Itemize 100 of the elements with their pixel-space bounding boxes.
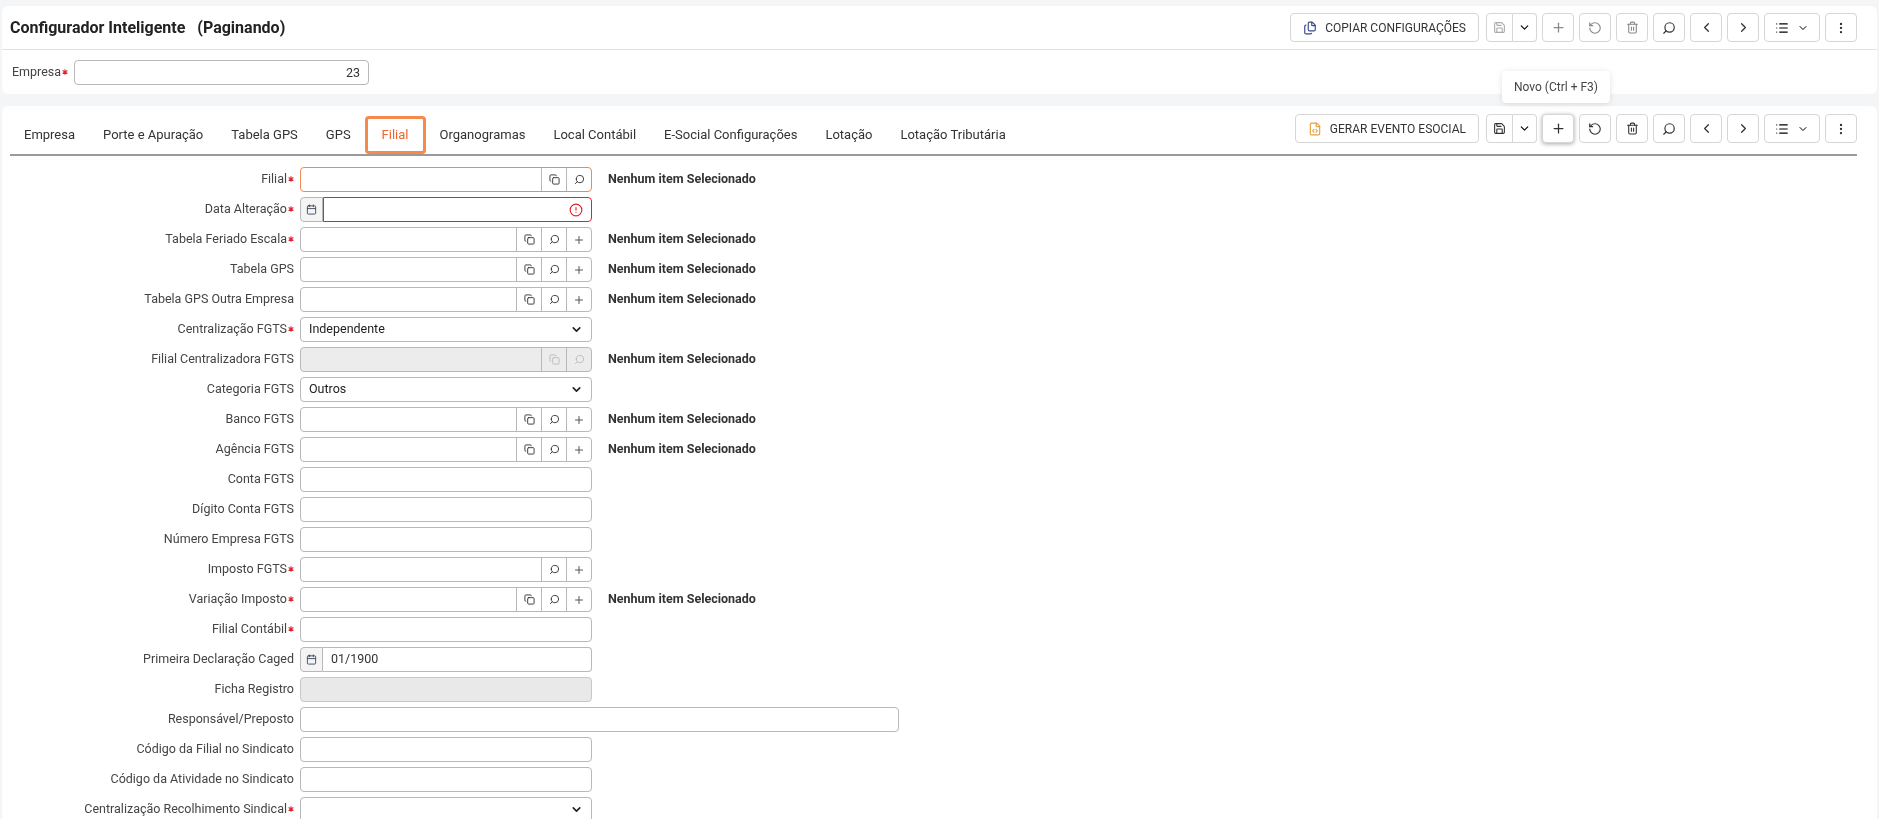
field-label: Variação Imposto — [188, 590, 287, 609]
field-label: Código da Atividade no Sindicato — [110, 770, 294, 789]
plus-icon — [1550, 121, 1566, 136]
lookup-field[interactable] — [300, 407, 592, 432]
tab[interactable]: Organogramas — [425, 116, 540, 154]
save-icon — [1493, 21, 1506, 34]
plus-icon — [573, 413, 585, 426]
copy-icon — [523, 264, 535, 275]
field-label: Ficha Registro — [214, 680, 294, 699]
previous-button[interactable] — [1690, 13, 1722, 42]
plus-icon — [573, 233, 585, 246]
required-icon — [288, 236, 294, 243]
next-button[interactable] — [1727, 13, 1759, 42]
field-label: Número Empresa FGTS — [163, 530, 294, 549]
search-icon — [548, 444, 560, 455]
delete-button[interactable] — [1616, 114, 1648, 143]
date-field[interactable]: 01/1900 — [323, 647, 592, 672]
text-field[interactable] — [300, 497, 592, 522]
copy-icon — [1303, 20, 1318, 35]
search-icon — [573, 354, 585, 365]
selection-status: Nenhum item Selecionado — [607, 170, 757, 189]
file-icon — [1307, 121, 1322, 136]
next-button[interactable] — [1727, 114, 1759, 143]
tab[interactable]: Porte e Apuração — [89, 116, 218, 154]
list-button[interactable] — [1764, 13, 1820, 42]
tab[interactable]: Local Contábil — [539, 116, 651, 154]
field-label: Categoria FGTS — [206, 380, 294, 399]
field-label: Filial — [261, 170, 287, 189]
search-icon — [548, 234, 560, 245]
previous-button[interactable] — [1690, 114, 1722, 143]
text-field[interactable] — [300, 767, 592, 792]
date-field[interactable] — [323, 197, 592, 222]
required-icon — [288, 206, 294, 213]
calendar-button[interactable] — [300, 647, 323, 672]
field-label: Centralização FGTS — [177, 320, 287, 339]
undo-button[interactable] — [1579, 13, 1611, 42]
lookup-field[interactable] — [300, 167, 592, 192]
lookup-field[interactable] — [300, 437, 592, 462]
plus-icon — [1550, 20, 1566, 35]
field-label: Tabela GPS — [230, 260, 294, 279]
calendar-button[interactable] — [300, 197, 323, 222]
page-title: Configurador Inteligente — [10, 16, 186, 39]
copy-icon — [523, 594, 535, 605]
tab[interactable]: Tabela GPS — [217, 116, 312, 154]
selection-status: Nenhum item Selecionado — [607, 230, 757, 249]
field-label: Banco FGTS — [225, 410, 294, 429]
selection-status: Nenhum item Selecionado — [607, 260, 757, 279]
tab[interactable]: Lotação — [811, 116, 887, 154]
required-icon — [288, 566, 294, 573]
more-button[interactable] — [1825, 13, 1857, 42]
copy-icon — [523, 234, 535, 245]
new-button[interactable] — [1542, 13, 1574, 42]
required-icon — [288, 176, 294, 183]
action-button[interactable]: GERAR EVENTO ESOCIAL — [1294, 114, 1479, 143]
selection-status: Nenhum item Selecionado — [607, 290, 757, 309]
text-field[interactable] — [300, 707, 899, 732]
trash-icon — [1625, 122, 1639, 135]
text-field[interactable] — [300, 527, 592, 552]
search-icon — [548, 294, 560, 305]
select-field[interactable]: Outros — [300, 377, 592, 402]
select-field[interactable] — [300, 797, 592, 819]
lookup-field[interactable] — [300, 227, 592, 252]
list-icon — [1775, 20, 1789, 35]
search-button[interactable] — [1653, 114, 1685, 143]
lookup-field[interactable] — [300, 257, 592, 282]
save-button[interactable] — [1486, 114, 1513, 143]
select-field[interactable]: Independente — [300, 317, 592, 342]
new-button[interactable] — [1542, 114, 1574, 143]
more-button[interactable] — [1825, 114, 1857, 143]
action-button[interactable]: COPIAR CONFIGURAÇÕES — [1290, 13, 1479, 42]
selection-status: Nenhum item Selecionado — [607, 410, 757, 429]
undo-button[interactable] — [1579, 114, 1611, 143]
list-button[interactable] — [1764, 114, 1820, 143]
tab[interactable]: Lotação Tributária — [886, 116, 1020, 154]
tab[interactable]: E-Social Configurações — [650, 116, 812, 154]
search-icon — [548, 264, 560, 275]
lookup-field[interactable] — [300, 587, 592, 612]
search-icon — [548, 564, 560, 575]
field-label: Filial Centralizadora FGTS — [151, 350, 294, 369]
selection-status: Nenhum item Selecionado — [607, 440, 757, 459]
required-icon — [288, 596, 294, 603]
copy-icon — [548, 354, 560, 365]
field-label: Responsável/Preposto — [167, 710, 294, 729]
tooltip: Novo (Ctrl + F3) — [1502, 71, 1610, 103]
calendar-icon — [306, 654, 317, 665]
lookup-field[interactable] — [300, 287, 592, 312]
tab[interactable]: GPS — [311, 116, 365, 154]
empresa-field[interactable]: 23 — [74, 59, 370, 85]
field-label: Tabela Feriado Escala — [165, 230, 287, 249]
text-field[interactable] — [300, 467, 592, 492]
copy-icon — [523, 444, 535, 455]
tab[interactable]: Empresa — [10, 116, 90, 154]
dropdown-button[interactable] — [1513, 13, 1537, 42]
text-field[interactable] — [300, 617, 592, 642]
selection-status: Nenhum item Selecionado — [607, 590, 757, 609]
selection-status: Nenhum item Selecionado — [607, 350, 757, 369]
field-label: Tabela GPS Outra Empresa — [144, 290, 294, 309]
search-button[interactable] — [1653, 13, 1685, 42]
text-field[interactable] — [300, 737, 592, 762]
lookup-field[interactable] — [300, 557, 592, 582]
